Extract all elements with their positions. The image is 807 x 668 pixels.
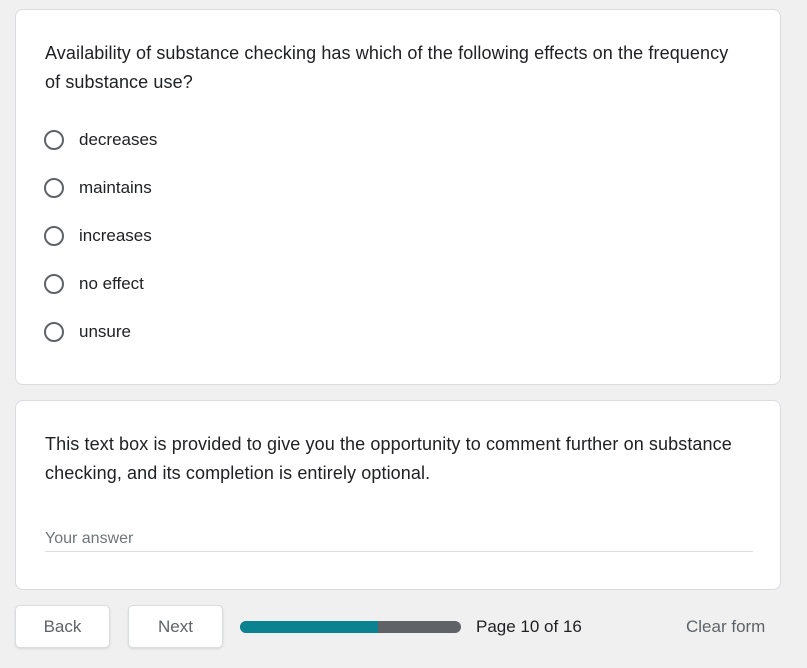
progress-bar-fill: [240, 621, 379, 633]
question-title: Availability of substance checking has w…: [45, 43, 729, 92]
question-title: This text box is provided to give you th…: [45, 434, 732, 483]
option-label: maintains: [79, 178, 152, 197]
option-maintains[interactable]: maintains: [44, 174, 152, 202]
option-decreases[interactable]: decreases: [44, 126, 157, 154]
answer-text-input[interactable]: [45, 526, 753, 552]
progress-bar: [240, 621, 461, 633]
next-button[interactable]: Next: [128, 605, 223, 648]
question-card-substance-use-effect: Availability of substance checking has w…: [15, 9, 781, 385]
radio-button[interactable]: [44, 226, 64, 246]
clear-form-button[interactable]: Clear form: [686, 617, 765, 637]
question-card-comment: This text box is provided to give you th…: [15, 400, 781, 590]
option-label: unsure: [79, 322, 131, 341]
radio-button[interactable]: [44, 322, 64, 342]
radio-button[interactable]: [44, 130, 64, 150]
option-label: no effect: [79, 274, 144, 293]
option-unsure[interactable]: unsure: [44, 318, 131, 346]
option-increases[interactable]: increases: [44, 222, 152, 250]
radio-button[interactable]: [44, 274, 64, 294]
option-label: decreases: [79, 130, 158, 149]
option-no-effect[interactable]: no effect: [44, 270, 144, 298]
back-button[interactable]: Back: [15, 605, 110, 648]
radio-button[interactable]: [44, 178, 64, 198]
option-label: increases: [79, 226, 152, 245]
page-indicator: Page 10 of 16: [476, 617, 582, 636]
